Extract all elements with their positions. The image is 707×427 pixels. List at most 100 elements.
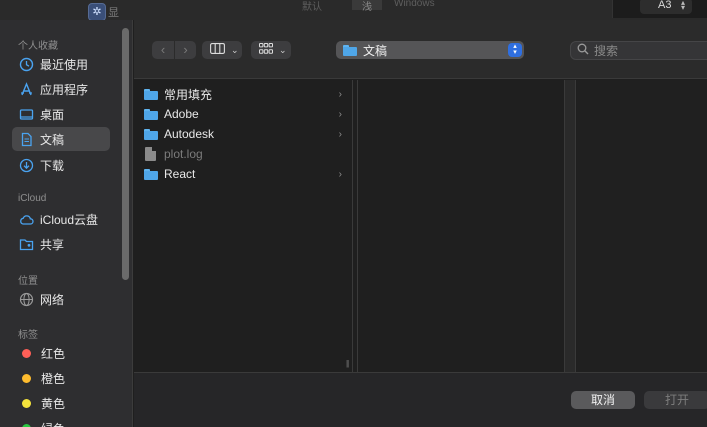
column-scroll-track[interactable] [564, 80, 576, 372]
back-forward-group: ‹ › [152, 41, 196, 59]
background-app-title: 显 [108, 7, 119, 19]
download-icon [19, 158, 34, 173]
sidebar-item-downloads[interactable]: 下载 [12, 153, 110, 177]
globe-icon [19, 292, 34, 307]
item-name: React [164, 167, 196, 181]
forward-button[interactable]: › [174, 41, 196, 59]
section-header-favorites: 个人收藏 [18, 41, 58, 52]
file-icon [145, 147, 156, 161]
desktop-icon [19, 107, 34, 122]
tag-color-dot [22, 348, 31, 358]
sidebar-item-label: 桌面 [40, 107, 65, 122]
sidebar-item-label: iCloud云盘 [40, 212, 99, 227]
item-name: 常用填充 [164, 87, 213, 102]
segment-light: 浅 [352, 0, 382, 13]
segment-default: 默认 [302, 2, 322, 13]
tag-color-dot [22, 398, 31, 408]
sidebar-item-label: 红色 [41, 346, 66, 361]
folder-icon [144, 88, 158, 100]
sidebar-item-label: 文稿 [40, 132, 65, 147]
sidebar-item-recents[interactable]: 最近使用 [12, 52, 110, 76]
sidebar-item-icloud-drive[interactable]: iCloud云盘 [12, 207, 110, 231]
sidebar-item-label: 下载 [40, 158, 65, 173]
chevron-down-icon: ⌄ [279, 44, 287, 55]
folder-icon [144, 128, 158, 140]
column-view-button[interactable]: ⌄ [202, 41, 242, 59]
chevron-right-icon: › [338, 168, 342, 180]
sidebar-item-label: 共享 [40, 237, 65, 252]
preview-column [577, 80, 707, 372]
folder-icon [144, 108, 158, 120]
sidebar-item-applications[interactable]: 应用程序 [12, 77, 110, 101]
sidebar-item-network[interactable]: 网络 [12, 287, 110, 311]
item-name: plot.log [164, 147, 203, 161]
search-field[interactable] [570, 41, 707, 60]
gear-app-icon: ✲ [88, 3, 106, 21]
browser-column-documents[interactable]: 常用填充 › Adobe › Autodesk › plot.log React… [134, 80, 352, 372]
paper-size-value: A3 [658, 0, 672, 11]
cancel-button[interactable]: 取消 [571, 391, 635, 409]
section-header-icloud: iCloud [18, 193, 47, 204]
open-button[interactable]: 打开 [644, 391, 707, 409]
dialog-footer: 取消 打开 [134, 372, 707, 427]
chevron-right-icon: › [338, 88, 342, 100]
paper-size-select[interactable]: A3 ▴ ▾ [640, 0, 692, 14]
sidebar-item-tag-orange[interactable]: 橙色 [12, 366, 110, 390]
open-file-sheet: 个人收藏 最近使用 应用程序 桌面 文稿 下载 iCloud iCloud云盘 … [0, 20, 707, 427]
sidebar-item-desktop[interactable]: 桌面 [12, 102, 110, 126]
location-popup[interactable]: 文稿 ▴ ▾ [336, 41, 524, 59]
column-browser: 常用填充 › Adobe › Autodesk › plot.log React… [134, 80, 707, 372]
chevron-right-icon: › [183, 42, 188, 57]
shared-folder-icon [19, 237, 34, 252]
sidebar-item-label: 最近使用 [40, 57, 89, 72]
list-item[interactable]: 常用填充 › [144, 84, 342, 104]
applications-icon [19, 81, 34, 97]
sidebar-item-label: 应用程序 [40, 82, 89, 97]
search-icon [577, 43, 589, 58]
folder-icon [144, 168, 158, 180]
list-item[interactable]: Adobe › [144, 104, 342, 124]
sidebar-item-label: 黄色 [41, 396, 66, 411]
section-header-tags: 标签 [18, 330, 38, 341]
section-header-locations: 位置 [18, 276, 38, 287]
tag-color-dot [22, 373, 31, 383]
search-input[interactable] [594, 43, 704, 58]
clock-icon [19, 57, 34, 72]
group-view-button[interactable]: ⌄ [251, 41, 291, 59]
list-item[interactable]: Autodesk › [144, 124, 342, 144]
back-button[interactable]: ‹ [152, 41, 174, 59]
item-name: Adobe [164, 107, 199, 121]
sidebar-item-tag-green[interactable]: 绿色 [12, 416, 110, 427]
sidebar-item-documents[interactable]: 文稿 [12, 127, 110, 151]
sidebar: 个人收藏 最近使用 应用程序 桌面 文稿 下载 iCloud iCloud云盘 … [0, 20, 133, 427]
sidebar-item-label: 绿色 [41, 420, 65, 427]
segment-windows: Windows [394, 0, 435, 9]
sidebar-item-tag-yellow[interactable]: 黄色 [12, 391, 110, 415]
browser-column-empty [358, 80, 563, 372]
chevron-down-icon: ⌄ [231, 44, 239, 55]
list-item: plot.log [144, 144, 332, 164]
location-label: 文稿 [363, 43, 388, 58]
sidebar-item-shared[interactable]: 共享 [12, 232, 110, 256]
column-resize-handle[interactable]: || [346, 359, 349, 368]
folder-icon [343, 44, 357, 56]
sidebar-item-label: 橙色 [41, 371, 66, 386]
document-icon [19, 132, 34, 147]
item-name: Autodesk [164, 127, 215, 141]
list-item[interactable]: React › [144, 164, 342, 184]
columns-icon [210, 43, 225, 57]
tag-color-dot [22, 423, 31, 427]
sidebar-scrollbar[interactable] [122, 28, 129, 280]
toolbar: ‹ › ⌄ ⌄ 文稿 ▴ ▾ [134, 20, 707, 79]
chevron-updown-icon: ▴ ▾ [508, 43, 522, 57]
background-segmented-control: 默认 浅 Windows [300, 0, 450, 13]
chevron-right-icon: › [338, 128, 342, 140]
chevron-left-icon: ‹ [160, 42, 166, 57]
grid-icon [259, 43, 274, 57]
cloud-icon [19, 212, 34, 227]
chevron-right-icon: › [338, 108, 342, 120]
column-divider [352, 80, 353, 372]
sidebar-item-tag-red[interactable]: 红色 [12, 341, 110, 365]
sidebar-item-label: 网络 [40, 292, 65, 307]
chevron-updown-icon: ▴ ▾ [680, 0, 685, 12]
